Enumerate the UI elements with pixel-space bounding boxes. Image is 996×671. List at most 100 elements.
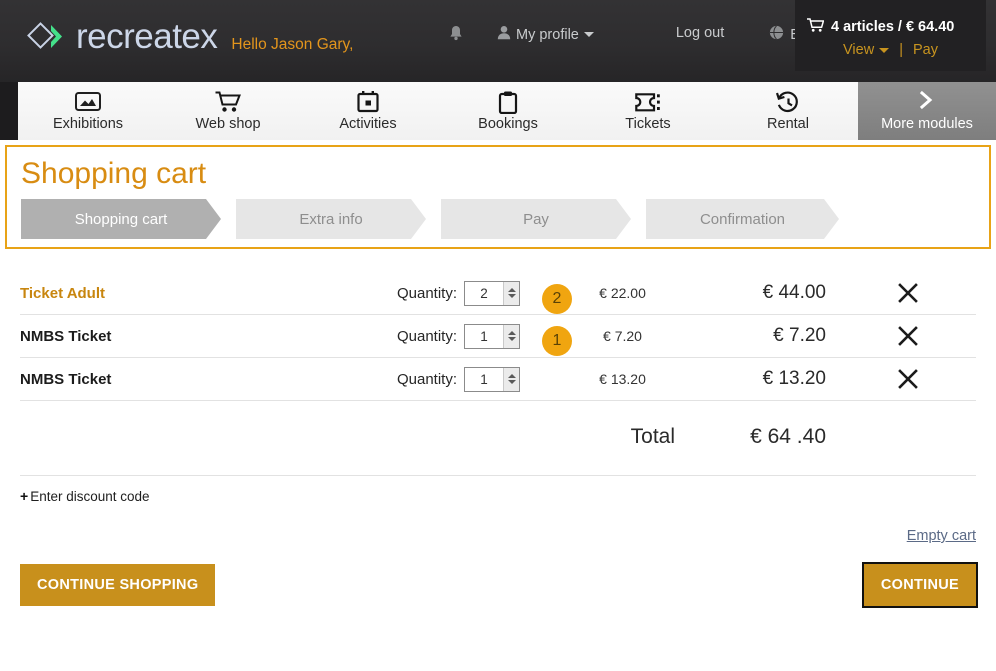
cart-item-name[interactable]: NMBS Ticket [20,371,375,388]
checkout-steps: Shopping cart Extra info Pay Confirmatio… [21,199,975,239]
enter-discount-code-link[interactable]: + Enter discount code [0,476,996,504]
badge-value: 1 [553,332,562,350]
empty-cart-link[interactable]: Empty cart [907,528,976,544]
quantity-spinner-buttons[interactable] [503,368,519,391]
notification-bell-icon[interactable] [448,25,464,47]
spinner-up-icon[interactable] [508,374,516,378]
table-row: NMBS Ticket Quantity: € 13.20 € 13.20 [20,358,976,401]
cart-item-quantity-group: Quantity: [375,281,520,306]
cart-item-unit-price: € 13.20 [570,371,675,387]
cart-item-subtotal: € 7.20 [675,325,840,347]
cart-summary-label: 4 articles / € 64.40 [831,19,954,35]
spinner-up-icon[interactable] [508,288,516,292]
cart-view-menu[interactable]: View [843,42,889,58]
chevron-down-icon [584,32,594,37]
badge-value: 2 [553,290,562,308]
clipboard-icon [498,90,518,114]
more-modules-label: More modules [881,116,973,132]
quantity-label: Quantity: [397,371,457,388]
module-label: Exhibitions [53,116,123,132]
cart-summary-row[interactable]: 4 articles / € 64.40 [795,18,986,36]
module-web-shop[interactable]: Web shop [158,82,298,140]
quantity-stepper[interactable] [464,367,520,392]
spinner-down-icon[interactable] [508,337,516,341]
cart-pay-link[interactable]: Pay [913,42,938,58]
calendar-icon [357,90,379,114]
my-profile-menu[interactable]: My profile [497,25,594,44]
step-label: Extra info [285,211,376,228]
quantity-label: Quantity: [397,328,457,345]
picture-frame-icon [75,90,101,114]
quantity-input[interactable] [465,282,503,305]
module-navigation-items: Exhibitions Web shop Acti [18,82,858,140]
spinner-down-icon[interactable] [508,294,516,298]
annotation-badge-1: 1 [542,326,572,356]
module-tickets[interactable]: Tickets [578,82,718,140]
top-header-bar: recreatex Hello Jason Gary, My profile L… [0,0,996,82]
header-cart-box: 4 articles / € 64.40 View | Pay [795,0,986,71]
quantity-input[interactable] [465,368,503,391]
logout-link[interactable]: Log out [676,25,724,41]
table-row: Ticket Adult Quantity: € 22.00 € 44.00 [20,272,976,315]
module-bookings[interactable]: Bookings [438,82,578,140]
shopping-cart-icon [807,18,824,36]
module-activities[interactable]: Activities [298,82,438,140]
cart-item-unit-price: € 7.20 [570,328,675,344]
ticket-icon [635,90,661,114]
brand-name: recreatex [76,17,217,57]
user-avatar-icon [497,25,511,44]
quantity-spinner-buttons[interactable] [503,325,519,348]
cart-total-row: Total € 64 .40 [20,401,976,461]
quantity-input[interactable] [465,325,503,348]
step-pay[interactable]: Pay [441,199,631,239]
chevron-down-icon [879,48,889,53]
plus-icon: + [20,488,28,504]
more-modules-button[interactable]: More modules [858,82,996,140]
shopping-cart-icon [215,90,241,114]
cart-item-remove-button[interactable] [840,282,976,304]
cart-view-label: View [843,42,874,58]
user-greeting: Hello Jason Gary, [231,36,353,54]
continue-shopping-button[interactable]: CONTINUE SHOPPING [20,564,215,606]
empty-cart-row: Empty cart [0,504,996,544]
recreatex-diamond-logo-icon [27,22,67,52]
step-label: Confirmation [686,211,799,228]
remove-item-x-icon [897,282,919,304]
cart-item-name[interactable]: Ticket Adult [20,285,375,302]
cart-item-remove-button[interactable] [840,368,976,390]
cart-actions-row: View | Pay [795,42,986,58]
module-label: Tickets [625,116,670,132]
continue-button[interactable]: CONTINUE [862,562,978,608]
step-shopping-cart[interactable]: Shopping cart [21,199,221,239]
discount-label: Enter discount code [30,489,149,504]
spinner-down-icon[interactable] [508,380,516,384]
cart-item-quantity-group: Quantity: [375,367,520,392]
quantity-spinner-buttons[interactable] [503,282,519,305]
module-rental[interactable]: Rental [718,82,858,140]
spinner-up-icon[interactable] [508,331,516,335]
quantity-stepper[interactable] [464,281,520,306]
annotation-badge-2: 2 [542,284,572,314]
module-label: Web shop [195,116,260,132]
cart-items-area: 2 1 Ticket Adult Quantity: € 22.00 € 44.… [0,272,996,461]
step-label: Pay [509,211,563,228]
globe-icon [769,25,784,44]
header-right-group: My profile Log out EN [440,0,996,82]
chevron-right-icon [918,90,936,114]
page-title: Shopping cart [21,155,975,193]
module-label: Activities [339,116,396,132]
module-exhibitions[interactable]: Exhibitions [18,82,158,140]
quantity-stepper[interactable] [464,324,520,349]
cart-item-name[interactable]: NMBS Ticket [20,328,375,345]
cart-item-subtotal: € 13.20 [675,368,840,390]
cart-item-unit-price: € 22.00 [570,285,675,301]
step-label: Shopping cart [61,211,182,228]
page-title-panel: Shopping cart Shopping cart Extra info P… [5,145,991,249]
step-confirmation[interactable]: Confirmation [646,199,839,239]
footer-buttons: CONTINUE SHOPPING CONTINUE [0,544,996,608]
brand-logo[interactable]: recreatex [27,17,217,57]
cart-item-subtotal: € 44.00 [675,282,840,304]
module-label: Rental [767,116,809,132]
step-extra-info[interactable]: Extra info [236,199,426,239]
cart-item-remove-button[interactable] [840,325,976,347]
